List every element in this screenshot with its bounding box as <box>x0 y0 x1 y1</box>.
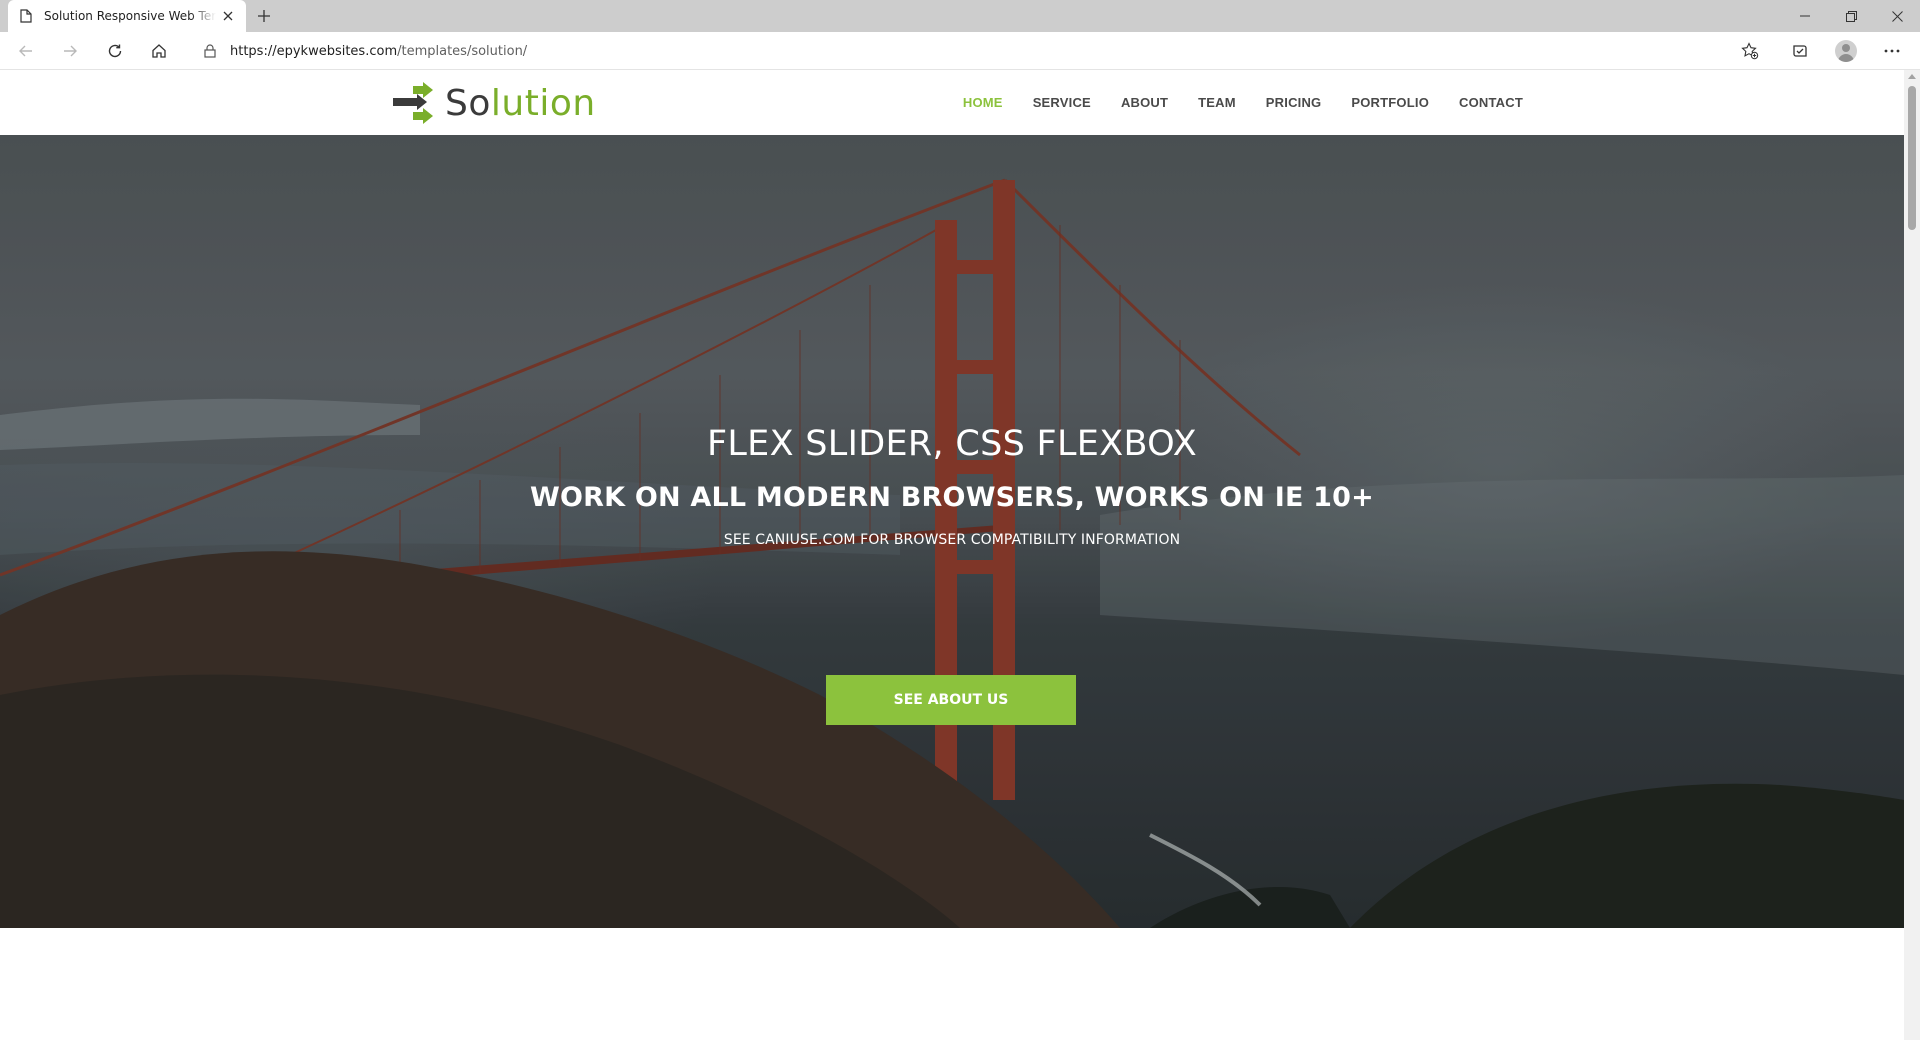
close-window-icon[interactable] <box>1874 0 1920 32</box>
nav-portfolio[interactable]: PORTFOLIO <box>1351 95 1429 110</box>
page-viewport: Solution HOME SERVICE ABOUT TEAM PRICING… <box>0 70 1904 1040</box>
address-bar[interactable]: https://epykwebsites.com/templates/solut… <box>188 35 1778 67</box>
main-nav: HOME SERVICE ABOUT TEAM PRICING PORTFOLI… <box>933 70 1523 135</box>
nav-team[interactable]: TEAM <box>1198 95 1236 110</box>
collections-icon[interactable] <box>1786 37 1814 65</box>
scrollbar-thumb[interactable] <box>1908 86 1916 230</box>
nav-home[interactable]: HOME <box>963 95 1003 110</box>
page-scrollbar[interactable] <box>1904 70 1920 1040</box>
back-arrow-icon[interactable] <box>12 37 40 65</box>
logo-arrows-icon <box>393 82 433 124</box>
avatar <box>1835 40 1857 62</box>
browser-tab-strip: Solution Responsive Web Template <box>0 0 1920 32</box>
hero-slider: FLEX SLIDER, CSS FLEXBOX WORK ON ALL MOD… <box>0 135 1904 928</box>
site-header: Solution HOME SERVICE ABOUT TEAM PRICING… <box>0 70 1904 135</box>
restore-icon[interactable] <box>1828 0 1874 32</box>
tab-title: Solution Responsive Web Template <box>44 9 216 23</box>
site-logo[interactable]: Solution <box>393 82 596 124</box>
hero-note: SEE CANIUSE.COM FOR BROWSER COMPATIBILIT… <box>723 532 1181 548</box>
logo-text: Solution <box>445 82 596 124</box>
page-icon <box>18 8 34 24</box>
lock-icon[interactable] <box>202 43 218 59</box>
home-icon[interactable] <box>145 37 173 65</box>
browser-tab[interactable]: Solution Responsive Web Template <box>8 0 246 32</box>
url-text: https://epykwebsites.com/templates/solut… <box>230 43 528 59</box>
add-favorite-icon[interactable] <box>1738 39 1762 63</box>
plus-icon[interactable] <box>252 4 276 28</box>
hero-title: FLEX SLIDER, CSS FLEXBOX <box>706 424 1198 464</box>
forward-arrow-icon[interactable] <box>56 37 84 65</box>
profile-icon[interactable] <box>1832 37 1860 65</box>
nav-pricing[interactable]: PRICING <box>1266 95 1322 110</box>
minimize-icon[interactable] <box>1782 0 1828 32</box>
see-about-us-button[interactable]: SEE ABOUT US <box>826 675 1076 725</box>
browser-toolbar: https://epykwebsites.com/templates/solut… <box>0 32 1920 70</box>
nav-about[interactable]: ABOUT <box>1121 95 1168 110</box>
hero-subtitle: WORK ON ALL MODERN BROWSERS, WORKS ON IE… <box>530 482 1374 513</box>
close-icon[interactable] <box>220 8 236 24</box>
hero-content: FLEX SLIDER, CSS FLEXBOX WORK ON ALL MOD… <box>0 135 1904 928</box>
reload-icon[interactable] <box>101 37 129 65</box>
more-icon[interactable] <box>1878 37 1906 65</box>
nav-service[interactable]: SERVICE <box>1033 95 1091 110</box>
nav-contact[interactable]: CONTACT <box>1459 95 1523 110</box>
scroll-up-arrow-icon[interactable] <box>1908 74 1916 79</box>
